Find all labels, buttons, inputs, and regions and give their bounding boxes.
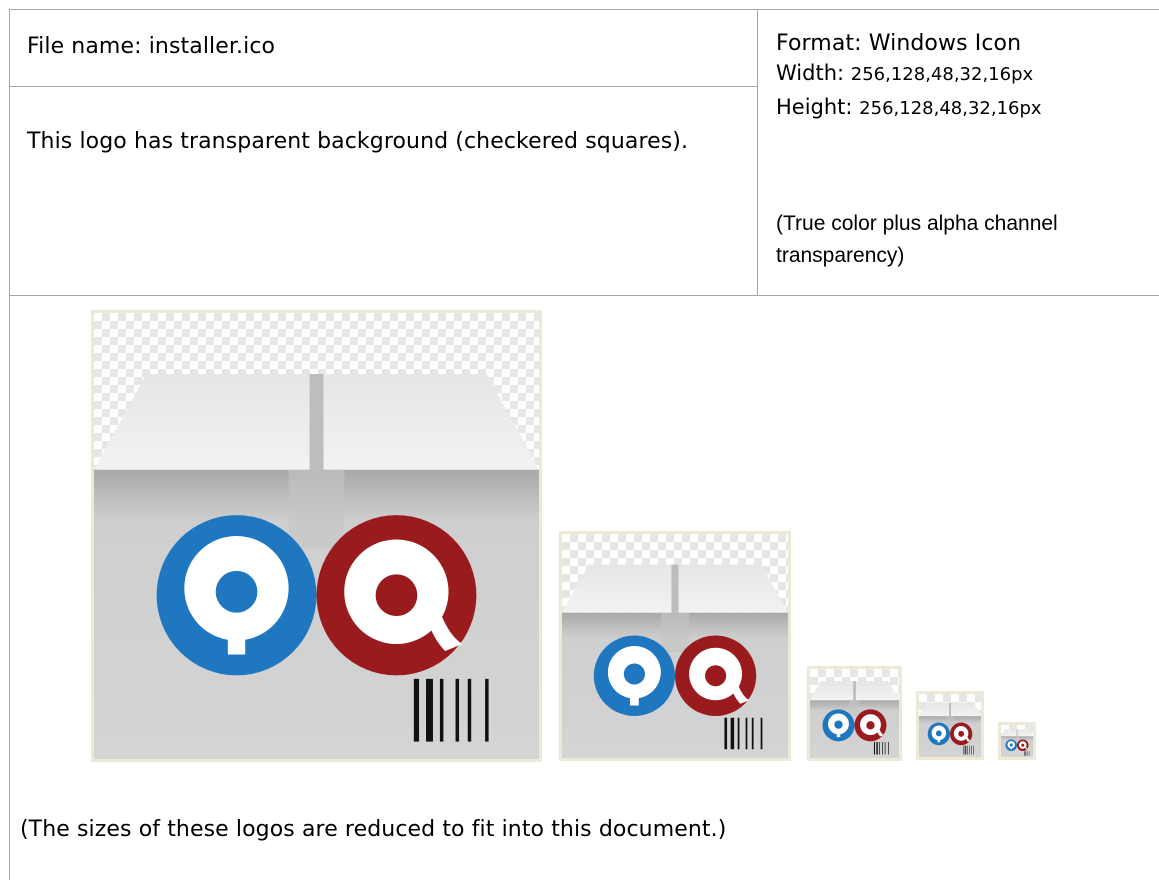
icon-preview-16 xyxy=(998,722,1036,760)
installer-box-icon xyxy=(810,681,899,758)
size-footnote-text: (The sizes of these logos are reduced to… xyxy=(20,817,727,842)
file-name-text: File name: installer.ico xyxy=(27,34,276,59)
installer-box-icon xyxy=(94,373,539,759)
icon-preview-256 xyxy=(91,310,542,762)
transparency-note-text: (True color plus alpha channel transpare… xyxy=(776,212,1058,267)
installer-box-icon xyxy=(919,702,981,757)
column-divider xyxy=(757,9,758,296)
height-line: Height: 256,128,48,32,16px xyxy=(776,92,1151,124)
height-value: 256,128,48,32,16px xyxy=(859,98,1042,119)
icon-preview-128 xyxy=(559,531,791,761)
installer-box-icon xyxy=(562,564,788,758)
height-label: Height: xyxy=(776,95,860,119)
width-value: 256,128,48,32,16px xyxy=(850,64,1034,85)
icon-preview-48 xyxy=(807,666,902,761)
row-divider-1 xyxy=(9,86,758,87)
width-line: Width: 256,128,48,32,16px xyxy=(776,58,1151,90)
format-text: Format: Windows Icon xyxy=(776,31,1022,56)
installer-box-icon xyxy=(1001,729,1033,757)
row-divider-2 xyxy=(9,295,1159,296)
width-label: Width: xyxy=(776,61,851,85)
background-note-text: This logo has transparent background (ch… xyxy=(27,129,689,154)
format-cell: Format: Windows Icon Width: 256,128,48,3… xyxy=(776,27,1151,124)
icon-preview-32 xyxy=(916,691,984,760)
